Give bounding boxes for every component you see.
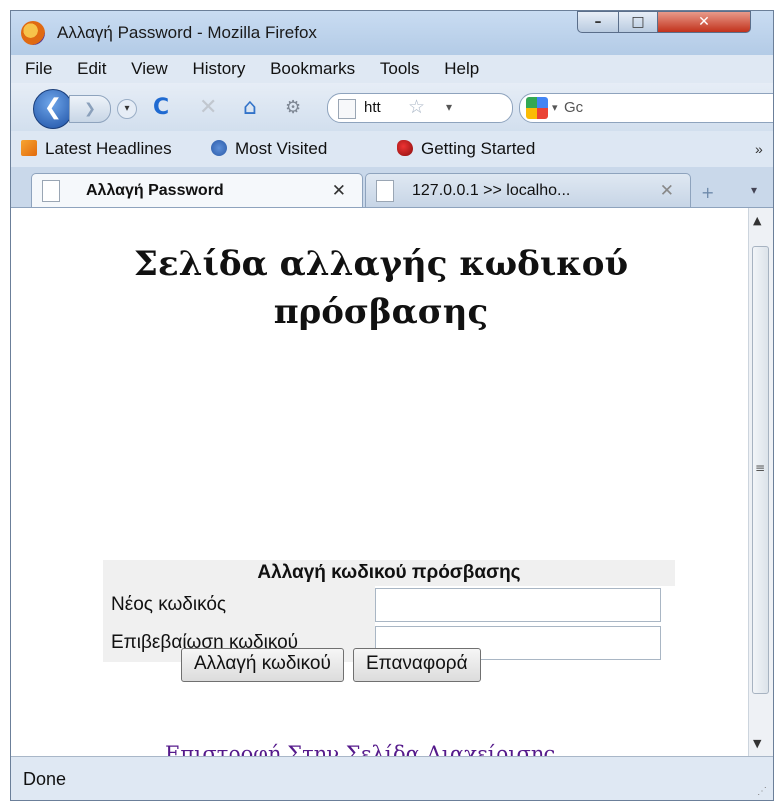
address-dropdown-icon[interactable]: ▾ (446, 100, 452, 114)
most-visited-icon (211, 140, 227, 156)
menu-bookmarks[interactable]: Bookmarks (270, 55, 355, 83)
bookmark-most-visited[interactable]: Most Visited (211, 139, 327, 159)
page-title: Σελίδα αλλαγής κωδικού πρόσβασης (133, 244, 629, 332)
grip-icon: ≡ (755, 461, 766, 475)
change-password-form: Αλλαγή κωδικού πρόσβασης Νέος κωδικός Επ… (103, 560, 675, 662)
change-password-button[interactable]: Αλλαγή κωδικού (181, 648, 344, 682)
google-icon[interactable] (526, 97, 548, 119)
bookmark-star-icon[interactable]: ☆ (408, 96, 425, 118)
tab-label: Αλλαγή Password (86, 182, 224, 199)
search-input[interactable]: Gc (564, 99, 583, 116)
addon-icon[interactable]: ⚙ (285, 97, 301, 119)
new-password-field[interactable] (375, 588, 661, 622)
page-icon (42, 180, 60, 202)
new-password-label: Νέος κωδικός (103, 586, 375, 624)
close-icon: ✕ (698, 14, 710, 30)
page-icon (376, 180, 394, 202)
address-text[interactable]: htt (364, 99, 381, 116)
page-content: Σελίδα αλλαγής κωδικού πρόσβασης Αλλαγή … (11, 208, 748, 766)
address-bar[interactable]: htt ☆ ▾ (327, 93, 513, 123)
tab-change-password[interactable]: Αλλαγή Password ✕ (31, 173, 363, 207)
form-buttons: Αλλαγή κωδικού Επαναφορά (181, 648, 485, 682)
bookmarks-toolbar: Latest Headlines Most Visited Getting St… (11, 131, 773, 167)
menu-history[interactable]: History (192, 55, 245, 83)
menu-help[interactable]: Help (444, 55, 479, 83)
window-title: Αλλαγή Password - Mozilla Firefox (57, 23, 317, 42)
firefox-logo-icon (21, 21, 45, 45)
forward-button[interactable]: ❯ (69, 95, 111, 123)
close-tab-icon[interactable]: ✕ (660, 181, 674, 201)
scroll-up-icon[interactable]: ▲ (753, 214, 761, 227)
maximize-icon: □ (631, 14, 645, 30)
navigation-toolbar: ❮ ❯ ▾ C ✕ ⌂ ⚙ htt ☆ ▾ ▾ Gc (11, 83, 773, 131)
history-dropdown-icon[interactable]: ▾ (117, 99, 137, 119)
reload-icon[interactable]: C (153, 97, 169, 119)
scrollbar-thumb[interactable]: ≡ (752, 246, 769, 694)
new-tab-icon[interactable]: + (701, 183, 714, 202)
close-tab-icon[interactable]: ✕ (332, 181, 346, 201)
home-icon[interactable]: ⌂ (243, 97, 257, 119)
rss-icon (21, 140, 37, 156)
menu-edit[interactable]: Edit (77, 55, 106, 83)
tab-label: 127.0.0.1 >> localho... (412, 182, 571, 199)
minimize-icon: – (594, 14, 602, 30)
menu-file[interactable]: File (25, 55, 52, 83)
search-bar[interactable]: ▾ Gc (519, 93, 773, 123)
page-icon (338, 99, 356, 119)
bookmark-getting-started[interactable]: Getting Started (397, 139, 535, 159)
tab-strip: Αλλαγή Password ✕ 127.0.0.1 >> localho..… (11, 167, 773, 208)
maximize-button[interactable]: □ (618, 11, 658, 33)
status-bar: Done ⋰ (11, 756, 773, 800)
stop-icon[interactable]: ✕ (199, 97, 217, 119)
scroll-down-icon[interactable]: ▼ (753, 737, 761, 750)
menu-tools[interactable]: Tools (380, 55, 420, 83)
vertical-scrollbar[interactable]: ▲ ≡ ▼ (748, 208, 773, 756)
form-title: Αλλαγή κωδικού πρόσβασης (103, 560, 675, 586)
bookmark-label: Getting Started (421, 139, 536, 158)
menu-bar: File Edit View History Bookmarks Tools H… (11, 55, 773, 83)
resize-grip-icon[interactable]: ⋰ (757, 786, 767, 797)
menu-view[interactable]: View (131, 55, 168, 83)
firefox-window: Αλλαγή Password - Mozilla Firefox – □ ✕ … (10, 10, 774, 801)
bookmark-latest-headlines[interactable]: Latest Headlines (21, 139, 172, 159)
back-button[interactable]: ❮ (33, 89, 73, 129)
title-bar: Αλλαγή Password - Mozilla Firefox – □ ✕ (11, 11, 773, 55)
search-engine-dropdown-icon[interactable]: ▾ (552, 101, 558, 114)
tab-list-icon[interactable]: ▾ (751, 183, 757, 197)
minimize-button[interactable]: – (577, 11, 619, 33)
close-window-button[interactable]: ✕ (657, 11, 751, 33)
bookmark-label: Latest Headlines (45, 139, 172, 158)
status-text: Done (23, 769, 67, 789)
new-password-cell (375, 586, 675, 624)
bookmark-label: Most Visited (235, 139, 328, 158)
bookmarks-overflow-icon[interactable]: » (755, 141, 763, 157)
reset-button[interactable]: Επαναφορά (352, 648, 481, 682)
getting-started-icon (397, 140, 413, 156)
tab-localhost[interactable]: 127.0.0.1 >> localho... ✕ (365, 173, 691, 207)
